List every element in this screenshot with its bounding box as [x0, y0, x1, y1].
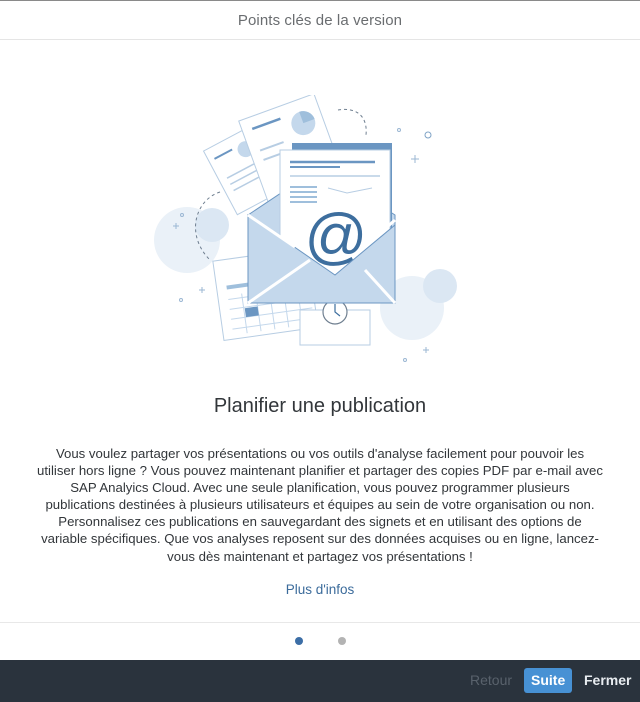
- pager-dot-2[interactable]: [338, 637, 346, 645]
- dialog-footer: Retour Suite Fermer: [0, 660, 640, 702]
- dialog-header: Points clés de la version: [0, 1, 640, 40]
- sparkle-circle: [397, 128, 401, 132]
- dialog-title: Points clés de la version: [237, 11, 403, 29]
- next-button[interactable]: Suite: [524, 668, 573, 693]
- pager-dot-1[interactable]: [295, 637, 303, 645]
- sparkle-circle: [179, 298, 183, 302]
- sparkle-circle: [403, 358, 407, 362]
- bg-circle: [423, 269, 457, 303]
- slide-pager: [0, 637, 640, 647]
- back-button[interactable]: Retour: [464, 668, 518, 693]
- sparkle-circle: [424, 131, 432, 139]
- slide-description: Vous voulez partager vos présentations o…: [37, 446, 603, 564]
- content-divider: [0, 622, 640, 623]
- slide-title: Planifier une publication: [213, 395, 427, 417]
- bg-circle: [195, 208, 229, 242]
- dashed-arrow: [337, 108, 367, 136]
- email-publication-illustration: @: [154, 95, 457, 362]
- close-button[interactable]: Fermer: [578, 668, 637, 693]
- dialog-content: @ Planifier une publication Vous voulez …: [0, 40, 640, 622]
- more-info-link[interactable]: Plus d'infos: [0, 582, 640, 597]
